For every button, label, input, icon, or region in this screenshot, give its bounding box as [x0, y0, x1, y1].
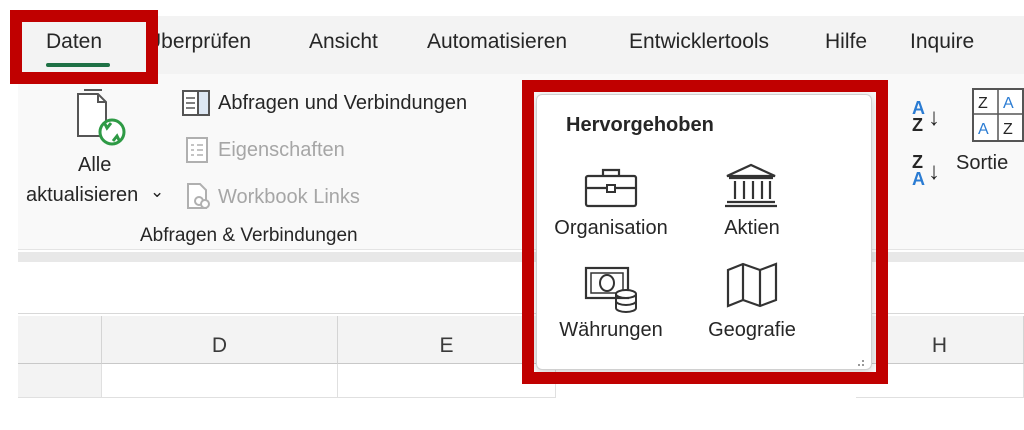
- sort-ascending-button[interactable]: A Z ↓: [908, 98, 948, 138]
- workbook-links-icon: [186, 182, 212, 215]
- tab-entwicklertools[interactable]: Entwicklertools: [629, 30, 769, 54]
- properties-label: Eigenschaften: [218, 139, 345, 161]
- grid-cell[interactable]: [102, 364, 338, 398]
- row-header: [18, 364, 102, 398]
- svg-text:A: A: [1003, 95, 1014, 112]
- workbook-links-button[interactable]: Workbook Links: [180, 181, 390, 211]
- sort-za-bottom-letter: A: [912, 169, 925, 189]
- group-label-queries-connections: Abfragen & Verbindungen: [140, 225, 358, 246]
- refresh-all-icon: [74, 88, 134, 155]
- tab-hilfe[interactable]: Hilfe: [825, 30, 867, 54]
- tab-ueberpruefen[interactable]: Überprüfen: [146, 30, 251, 54]
- sort-button[interactable]: Z A A Z Sortie: [954, 88, 1024, 180]
- properties-icon: [186, 137, 208, 168]
- sort-descending-button[interactable]: Z A ↓: [908, 152, 948, 192]
- tab-automatisieren[interactable]: Automatisieren: [427, 30, 567, 54]
- refresh-all-button[interactable]: Alle aktualisieren ⌄: [22, 86, 164, 216]
- refresh-all-label-line2: aktualisieren: [26, 184, 139, 206]
- sort-az-bottom-letter: Z: [912, 115, 923, 135]
- tab-ansicht[interactable]: Ansicht: [309, 30, 378, 54]
- highlight-box-data-types: [522, 80, 888, 384]
- chevron-down-icon: ⌄: [150, 182, 165, 201]
- sort-arrow-down-icon: ↓: [928, 104, 940, 131]
- svg-text:Z: Z: [978, 95, 988, 112]
- row-header-corner: [18, 316, 102, 364]
- queries-connections-button[interactable]: Abfragen und Verbindungen: [180, 88, 500, 118]
- sort-dialog-icon: Z A A Z: [972, 88, 1024, 147]
- properties-button[interactable]: Eigenschaften: [180, 135, 380, 165]
- svg-text:A: A: [978, 121, 989, 138]
- workbook-links-label: Workbook Links: [218, 186, 360, 208]
- sort-arrow-down-icon: ↓: [928, 158, 940, 185]
- refresh-all-label-line1: Alle: [78, 154, 112, 176]
- highlight-box-daten-tab: [10, 10, 158, 84]
- column-header-label: D: [211, 334, 228, 357]
- tab-inquire[interactable]: Inquire: [910, 30, 974, 54]
- svg-text:Z: Z: [1003, 121, 1013, 138]
- sort-label: Sortie: [956, 152, 1009, 174]
- queries-connections-label: Abfragen und Verbindungen: [218, 92, 468, 114]
- column-header-d[interactable]: D: [102, 316, 338, 364]
- queries-connections-icon: [182, 90, 210, 121]
